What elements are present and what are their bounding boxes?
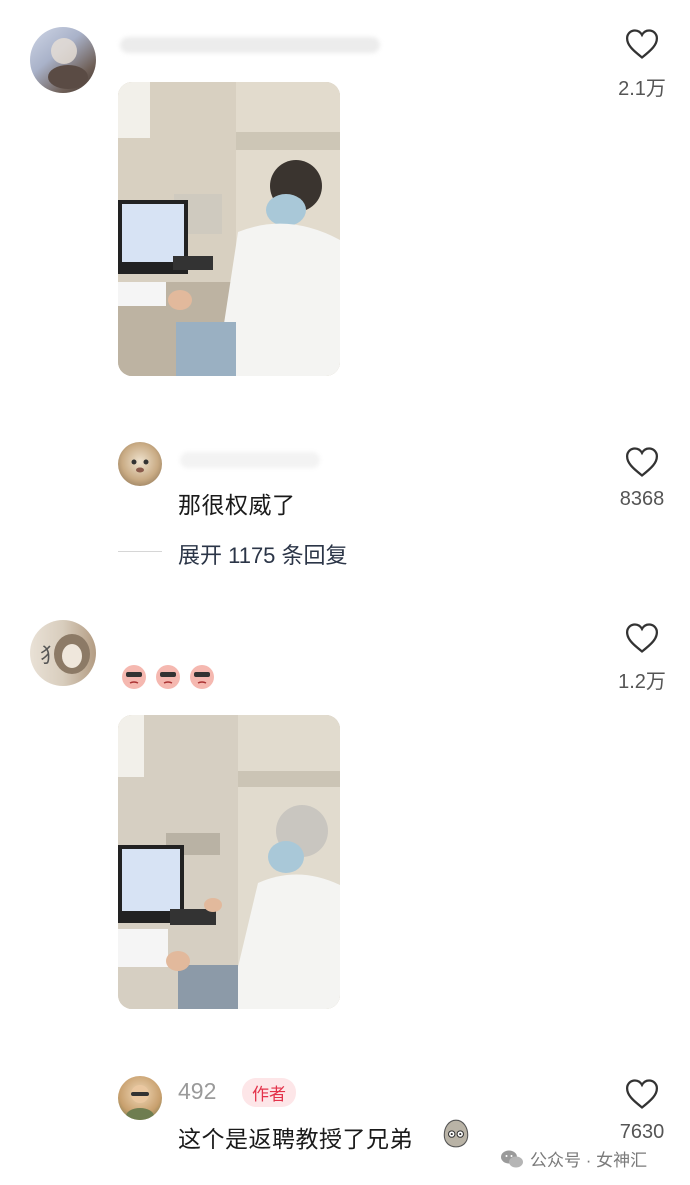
avatar[interactable]	[30, 27, 96, 93]
sticker-emoji	[122, 665, 146, 689]
watermark-text: 公众号 · 女神汇	[530, 1151, 648, 1170]
like-button[interactable]	[625, 446, 659, 483]
like-count: 7630	[619, 1121, 665, 1143]
cat-avatar-image: 犭	[40, 634, 90, 674]
like-button[interactable]	[625, 1078, 659, 1115]
username[interactable]: 492	[178, 1078, 216, 1105]
sticker-emoji	[443, 1119, 469, 1148]
like-count: 2.1万	[618, 78, 666, 100]
comment-photo[interactable]	[118, 715, 340, 1009]
like-count: 8368	[619, 488, 665, 510]
sticker-emoji	[190, 665, 214, 689]
heart-icon	[625, 29, 659, 59]
watermark: 公众号 · 女神汇	[500, 1146, 647, 1171]
expand-replies-button[interactable]: 展开 1175 条回复	[178, 538, 348, 570]
doctor-at-computer-image	[118, 715, 340, 1009]
avatar-image	[48, 38, 88, 89]
avatar-image	[126, 1085, 154, 1120]
wechat-icon	[501, 1150, 523, 1167]
comment-text: 那很权威了	[178, 492, 296, 518]
comment-photo[interactable]	[118, 82, 340, 376]
like-count: 1.2万	[618, 671, 666, 693]
cat-avatar-image	[131, 459, 149, 473]
svg-text:犭: 犭	[40, 643, 60, 667]
avatar[interactable]	[118, 1076, 162, 1120]
like-button[interactable]	[625, 622, 659, 659]
sticker-row	[118, 660, 218, 692]
heart-icon	[625, 447, 659, 477]
heart-icon	[625, 623, 659, 653]
avatar[interactable]	[118, 442, 162, 486]
expand-divider	[118, 551, 162, 552]
author-badge: 作者	[242, 1078, 296, 1107]
username-blurred[interactable]	[120, 37, 380, 53]
username-blurred[interactable]	[180, 452, 320, 468]
sticker-emoji	[156, 665, 180, 689]
heart-icon	[625, 1079, 659, 1109]
avatar[interactable]: 犭	[30, 620, 96, 686]
comment-text: 这个是返聘教授了兄弟	[178, 1126, 413, 1152]
doctor-at-computer-image	[118, 82, 340, 376]
like-button[interactable]	[625, 28, 659, 65]
